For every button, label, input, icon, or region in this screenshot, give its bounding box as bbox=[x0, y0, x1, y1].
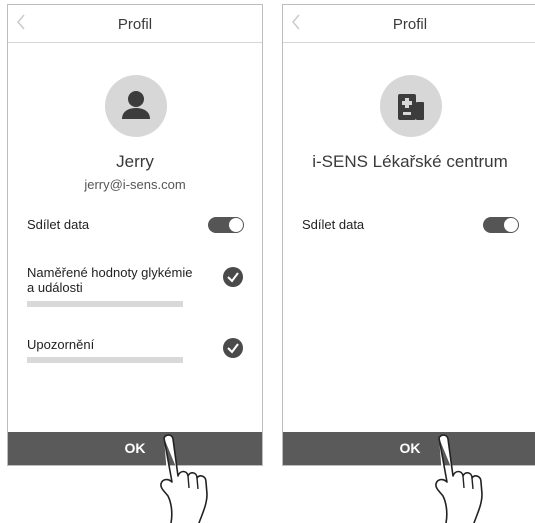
share-data-toggle[interactable] bbox=[208, 217, 244, 233]
profile-name: i-SENS Lékařské centrum bbox=[312, 152, 508, 171]
profile-screen-user: Profil Jerry jerry@i-sens.com Sdílet dat… bbox=[7, 4, 263, 466]
hospital-icon bbox=[398, 94, 424, 120]
clinic-avatar bbox=[380, 75, 442, 137]
profile-email: jerry@i-sens.com bbox=[84, 177, 186, 192]
checkmark-icon[interactable] bbox=[223, 267, 243, 287]
header: Profil bbox=[8, 5, 262, 43]
glucose-progress-bar bbox=[27, 301, 183, 307]
profile-screen-clinic: Profil i-SENS Lékařské centrum Sdílet da… bbox=[282, 4, 535, 466]
share-data-label: Sdílet data bbox=[302, 217, 365, 232]
ok-button[interactable]: OK bbox=[8, 432, 262, 465]
share-data-label: Sdílet data bbox=[27, 217, 90, 232]
alerts-label: Upozornění bbox=[27, 337, 95, 352]
page-title: Profil bbox=[117, 16, 153, 33]
checkmark-icon[interactable] bbox=[223, 338, 243, 358]
header: Profil bbox=[283, 5, 535, 43]
user-avatar bbox=[105, 75, 167, 137]
profile-name: Jerry bbox=[116, 152, 154, 171]
page-title: Profil bbox=[392, 16, 428, 33]
toggle-knob bbox=[504, 218, 518, 232]
ok-button[interactable]: OK bbox=[283, 432, 535, 465]
toggle-knob bbox=[229, 218, 243, 232]
tap-hand-icon bbox=[160, 434, 208, 523]
tap-hand-icon bbox=[435, 434, 483, 523]
glucose-events-label: Naměřené hodnoty glykémie a události bbox=[27, 265, 193, 295]
alerts-progress-bar bbox=[27, 357, 183, 363]
person-icon bbox=[122, 91, 150, 119]
share-data-toggle[interactable] bbox=[483, 217, 519, 233]
